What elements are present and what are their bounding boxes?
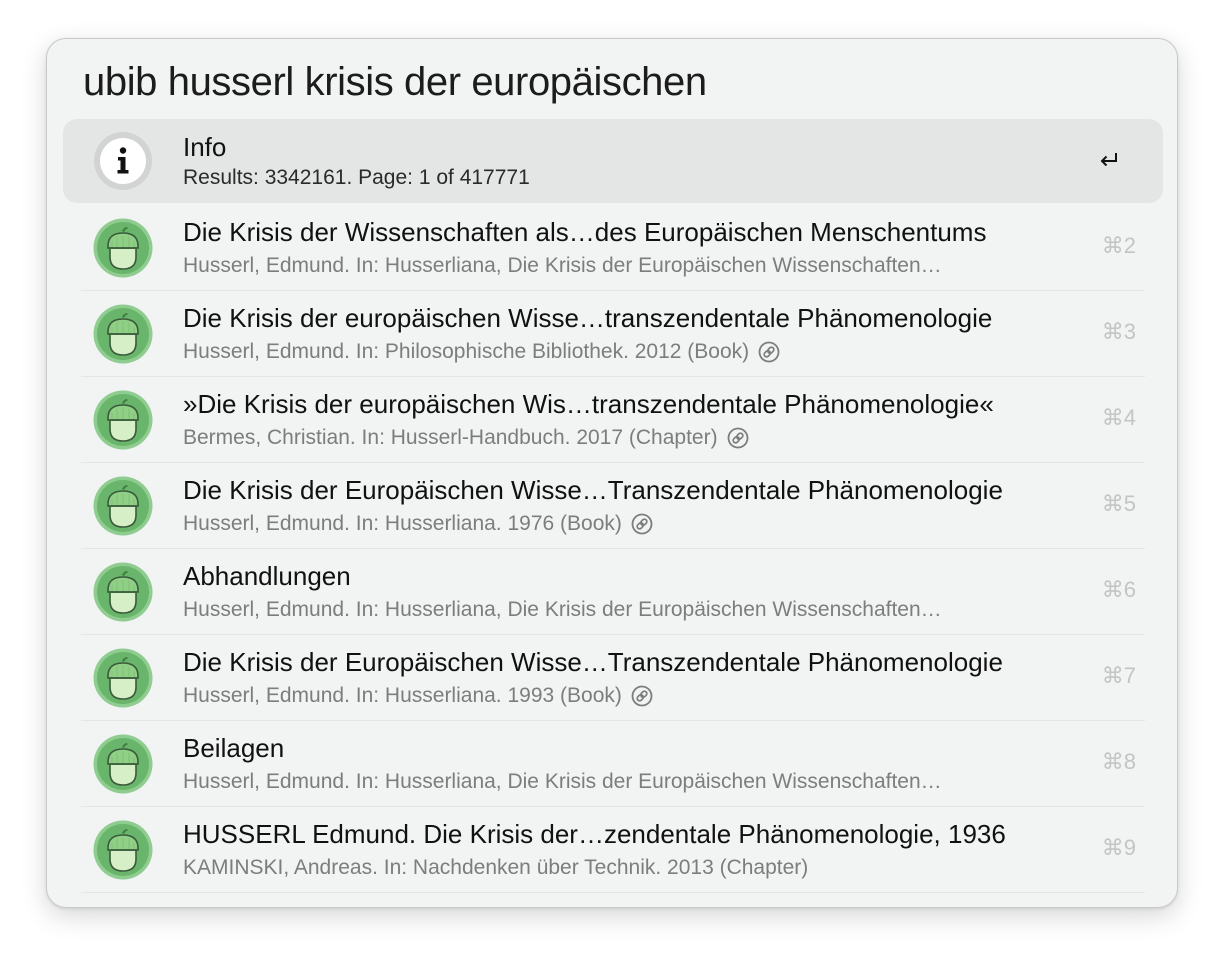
result-subtitle-text: Husserl, Edmund. In: Husserliana. 1993 (… xyxy=(183,684,622,707)
result-title: »Die Krisis der europäischen Wis…transze… xyxy=(183,389,994,419)
info-subtitle-text: Results: 3342161. Page: 1 of 417771 xyxy=(183,166,530,189)
result-subtitle-text: Husserl, Edmund. In: Husserliana, Die Kr… xyxy=(183,254,942,277)
result-shortcut: ⌘2 xyxy=(1101,233,1136,258)
result-subtitle: Husserl, Edmund. In: Husserliana, Die Kr… xyxy=(183,770,942,794)
result-subtitle-text: KAMINSKI, Andreas. In: Nachdenken über T… xyxy=(183,856,809,879)
result-shortcut: ⌘7 xyxy=(1101,663,1136,688)
result-shortcut: ⌘5 xyxy=(1101,491,1136,516)
result-subtitle-text: Husserl, Edmund. In: Husserliana. 1976 (… xyxy=(183,512,622,535)
link-icon xyxy=(727,427,748,449)
acorn-icon xyxy=(93,734,153,794)
result-subtitle-text: Bermes, Christian. In: Husserl-Handbuch.… xyxy=(183,426,718,449)
result-row[interactable]: Beilagen Husserl, Edmund. In: Husserlian… xyxy=(63,721,1163,807)
result-subtitle: Husserl, Edmund. In: Husserliana, Die Kr… xyxy=(183,254,942,278)
info-icon xyxy=(94,132,152,190)
acorn-icon xyxy=(93,390,153,450)
result-subtitle-text: Husserl, Edmund. In: Husserliana, Die Kr… xyxy=(183,598,942,621)
result-subtitle: KAMINSKI, Andreas. In: Nachdenken über T… xyxy=(183,856,808,880)
info-title: Info xyxy=(183,132,227,162)
result-subtitle-text: Husserl, Edmund. In: Husserliana, Die Kr… xyxy=(183,770,942,793)
result-title: HUSSERL Edmund. Die Krisis der…zendental… xyxy=(183,819,1006,849)
result-row[interactable]: »Die Krisis der europäischen Wis…transze… xyxy=(63,377,1163,463)
result-subtitle: Husserl, Edmund. In: Husserliana. 1976 (… xyxy=(183,512,653,536)
result-row[interactable]: HUSSERL Edmund. Die Krisis der…zendental… xyxy=(63,807,1163,893)
acorn-icon xyxy=(93,218,153,278)
result-title: Die Krisis der Wissenschaften als…des Eu… xyxy=(183,217,987,247)
result-row[interactable]: Die Krisis der europäischen Wisse…transz… xyxy=(63,291,1163,377)
launcher-window: Info Results: 3342161. Page: 1 of 417771… xyxy=(46,38,1178,908)
acorn-icon xyxy=(93,476,153,536)
result-title: Die Krisis der Europäischen Wisse…Transz… xyxy=(183,475,1003,505)
results-list: Info Results: 3342161. Page: 1 of 417771… xyxy=(63,119,1163,893)
result-shortcut: ⌘3 xyxy=(1101,319,1136,344)
result-row[interactable]: Die Krisis der Europäischen Wisse…Transz… xyxy=(63,635,1163,721)
info-subtitle: Results: 3342161. Page: 1 of 417771 xyxy=(183,166,530,190)
acorn-icon xyxy=(93,648,153,708)
search-input[interactable] xyxy=(83,58,1143,106)
result-subtitle: Husserl, Edmund. In: Philosophische Bibl… xyxy=(183,340,780,364)
result-shortcut: ⌘4 xyxy=(1101,405,1136,430)
return-key-icon xyxy=(1100,153,1117,167)
result-row[interactable]: Abhandlungen Husserl, Edmund. In: Husser… xyxy=(63,549,1163,635)
result-shortcut: ⌘8 xyxy=(1101,749,1136,774)
link-icon xyxy=(631,685,653,707)
result-row[interactable]: Die Krisis der Europäischen Wisse…Transz… xyxy=(63,463,1163,549)
link-icon xyxy=(758,341,780,363)
result-shortcut: ⌘6 xyxy=(1101,577,1136,602)
acorn-icon xyxy=(93,562,153,622)
result-title: Die Krisis der Europäischen Wisse…Transz… xyxy=(183,647,1003,677)
info-row[interactable]: Info Results: 3342161. Page: 1 of 417771 xyxy=(63,119,1163,203)
result-title: Abhandlungen xyxy=(183,561,351,591)
result-subtitle: Bermes, Christian. In: Husserl-Handbuch.… xyxy=(183,426,749,450)
acorn-icon xyxy=(93,820,153,880)
acorn-icon xyxy=(93,304,153,364)
result-shortcut: ⌘9 xyxy=(1101,835,1136,860)
result-subtitle-text: Husserl, Edmund. In: Philosophische Bibl… xyxy=(183,340,750,363)
result-row[interactable]: Die Krisis der Wissenschaften als…des Eu… xyxy=(63,205,1163,291)
result-subtitle: Husserl, Edmund. In: Husserliana. 1993 (… xyxy=(183,684,653,708)
result-subtitle: Husserl, Edmund. In: Husserliana, Die Kr… xyxy=(183,598,942,622)
result-title: Die Krisis der europäischen Wisse…transz… xyxy=(183,303,993,333)
result-title: Beilagen xyxy=(183,733,285,763)
row-divider xyxy=(81,892,1145,893)
link-icon xyxy=(631,513,653,535)
